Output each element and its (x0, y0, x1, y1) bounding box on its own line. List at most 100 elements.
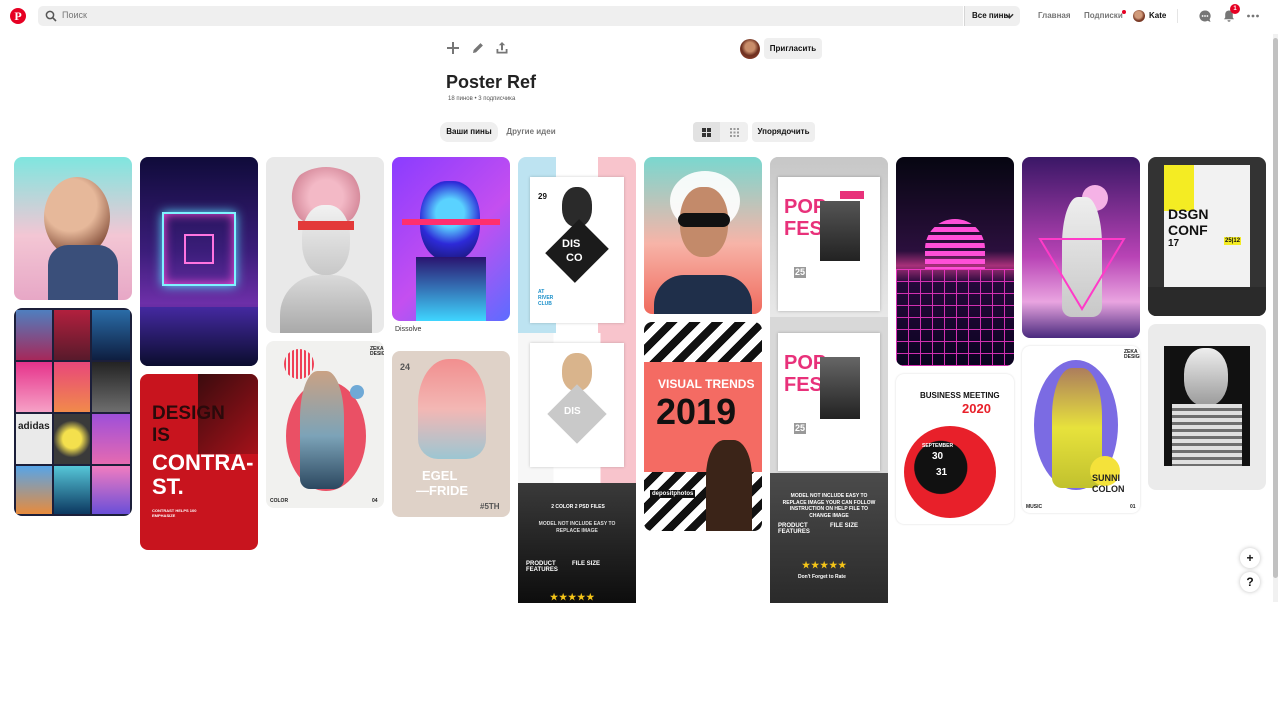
poster-line-4: ST. (152, 474, 184, 499)
poster-subtitle: CONTRAST HELPS 100 EMPHASIZE (152, 508, 197, 519)
conf-title-1: DSGN (1168, 206, 1209, 222)
pin-disco-flyer[interactable]: 29 DIS CO AT RIVER CLUB DIS 2 COLOR 2 PS… (518, 157, 636, 603)
search-input[interactable]: Поиск (38, 6, 963, 26)
view-default-button[interactable] (693, 122, 720, 142)
poster-brand: ZEKA DESIGN (370, 346, 384, 357)
floating-help-button[interactable]: ? (1240, 572, 1260, 592)
sunni-title-2: COLON (1092, 484, 1125, 494)
pin-neon-square[interactable] (140, 157, 258, 366)
meeting-year: 2020 (962, 401, 991, 416)
sunni-number: 01 (1130, 504, 1136, 510)
rating-stars: ★★★★★ (550, 592, 596, 602)
psd-files-label: 2 COLOR 2 PSD FILES (551, 504, 605, 510)
messages-icon[interactable] (1198, 9, 1212, 23)
nav-home-link[interactable]: Главная (1038, 11, 1071, 20)
popfest-size: FILE SIZE (830, 523, 859, 529)
search-filter-dropdown[interactable]: Все пины (964, 6, 1020, 26)
meeting-title: BUSINESS MEETING (920, 391, 1000, 400)
add-icon[interactable] (446, 41, 460, 55)
poster-number: 04 (372, 498, 378, 504)
depositphotos-label: depositphotos (650, 490, 696, 498)
popfest-day: 25 (794, 267, 807, 278)
share-upload-icon[interactable] (495, 41, 509, 55)
pin-caption-dissolve: Dissolve (395, 326, 422, 333)
top-bar: P Поиск Все пины Главная Подписки Kate 1 (0, 0, 1280, 32)
pin-glitch-bust[interactable] (1148, 324, 1266, 490)
grid-small-icon (730, 128, 739, 137)
pin-pop-fest-flyer[interactable]: POP FEST 25 POP FEST 25 MODEL NOT INCLUD… (770, 157, 888, 603)
conf-number: 17 (1168, 238, 1180, 249)
poster-title-1: EGEL (422, 468, 458, 483)
following-update-dot (1122, 10, 1126, 14)
pin-statue-triangle[interactable] (1022, 157, 1140, 338)
board-stats: 18 пинов • 3 подписчика (448, 96, 516, 102)
sunni-title-1: SUNNI (1092, 473, 1121, 483)
collaborator-avatar[interactable] (740, 39, 760, 59)
more-options-icon[interactable] (1246, 9, 1260, 23)
disco-day: 29 (538, 192, 547, 201)
pin-color-poster[interactable]: COLOR 04 ZEKA DESIGN (266, 341, 384, 508)
search-icon (45, 10, 57, 22)
scrollbar-thumb[interactable] (1273, 38, 1278, 578)
product-features-label: PRODUCT FEATURES (526, 561, 558, 573)
disco-club: AT RIVER CLUB (538, 289, 554, 307)
avatar (1133, 10, 1145, 22)
pin-sunni-colon[interactable]: SUNNI COLON MUSIC 01 ZEKA DESIGN (1022, 346, 1140, 513)
page-scrollbar[interactable] (1273, 34, 1278, 602)
conf-date: 25|12 (1224, 237, 1242, 245)
user-name: Kate (1149, 11, 1167, 20)
tab-your-pins[interactable]: Ваши пины (440, 122, 498, 142)
poster-title-2: —FRIDE (416, 483, 468, 498)
view-compact-button[interactable] (721, 122, 748, 142)
board-title: Poster Ref (446, 72, 537, 92)
notification-badge: 1 (1230, 4, 1240, 14)
header-divider (1177, 9, 1178, 23)
grid-large-icon (702, 128, 711, 137)
popfest-rate: Don't Forget to Rate (798, 574, 846, 580)
floating-add-button[interactable]: + (1240, 548, 1260, 568)
pin-poster-grid[interactable]: adidas (14, 308, 132, 516)
meeting-day-1: 30 (932, 451, 944, 462)
invite-button[interactable]: Пригласить (764, 38, 822, 59)
disco-title-2: CO (566, 252, 583, 264)
chevron-down-icon (1005, 13, 1014, 19)
poster-line-3: CONTRA- (152, 450, 254, 475)
poster-color-label: COLOR (270, 498, 289, 504)
poster-day: 24 (400, 362, 411, 372)
conf-title-2: CONF (1168, 222, 1208, 238)
pin-dsgn-conf[interactable]: DSGN CONF 17 25|12 (1148, 157, 1266, 316)
popfest-stars: ★★★★★ (802, 560, 848, 570)
adidas-text: adidas (18, 421, 50, 432)
trends-year: 2019 (656, 391, 737, 432)
neon-triangle-shape (1038, 238, 1126, 311)
disco-title-1: DIS (562, 238, 581, 250)
view-toggle (693, 122, 748, 142)
pinterest-logo-icon[interactable]: P (10, 8, 26, 24)
meeting-month: SEPTEMBER (922, 443, 954, 449)
pin-synthwave-grid[interactable] (896, 157, 1014, 366)
popfest-note: MODEL NOT INCLUDE EASY TO REPLACE IMAGE … (782, 493, 876, 519)
sunni-brand: ZEKA DESIGN (1124, 349, 1140, 360)
tab-more-ideas[interactable]: Другие идеи (503, 122, 559, 142)
popfest-features: PRODUCT FEATURES (778, 523, 810, 535)
pin-business-meeting-2020[interactable]: BUSINESS MEETING 2020 SEPTEMBER 30 31 (896, 374, 1014, 524)
organize-button[interactable]: Упорядочить (752, 122, 815, 142)
model-note: MODEL NOT INCLUDE EASY TO REPLACE IMAGE (538, 521, 616, 534)
poster-line-1: DESIGN (152, 403, 225, 424)
file-size-label: FILE SIZE (572, 561, 601, 567)
pin-dissolve[interactable] (392, 157, 510, 321)
meeting-day-2: 31 (936, 467, 948, 478)
pin-portrait-collage[interactable] (14, 157, 132, 300)
pin-design-is-contrast[interactable]: DESIGN IS CONTRA- ST. CONTRAST HELPS 100… (140, 374, 258, 550)
edit-pencil-icon[interactable] (471, 41, 485, 55)
popfest2-day: 25 (794, 423, 807, 434)
pin-sunglasses-portrait[interactable] (644, 157, 762, 314)
poster-line-2: IS (152, 425, 170, 446)
pin-medusa-bust[interactable] (266, 157, 384, 333)
nav-following-link[interactable]: Подписки (1084, 11, 1123, 20)
pin-visual-trends-2019[interactable]: VISUAL TRENDS 2019 depositphotos (644, 322, 762, 531)
disco2-title: DIS (564, 406, 581, 417)
search-placeholder: Поиск (62, 10, 87, 20)
pin-egel-fride[interactable]: 24 EGEL —FRIDE #5TH (392, 351, 510, 517)
sunni-music: MUSIC (1026, 504, 1043, 510)
